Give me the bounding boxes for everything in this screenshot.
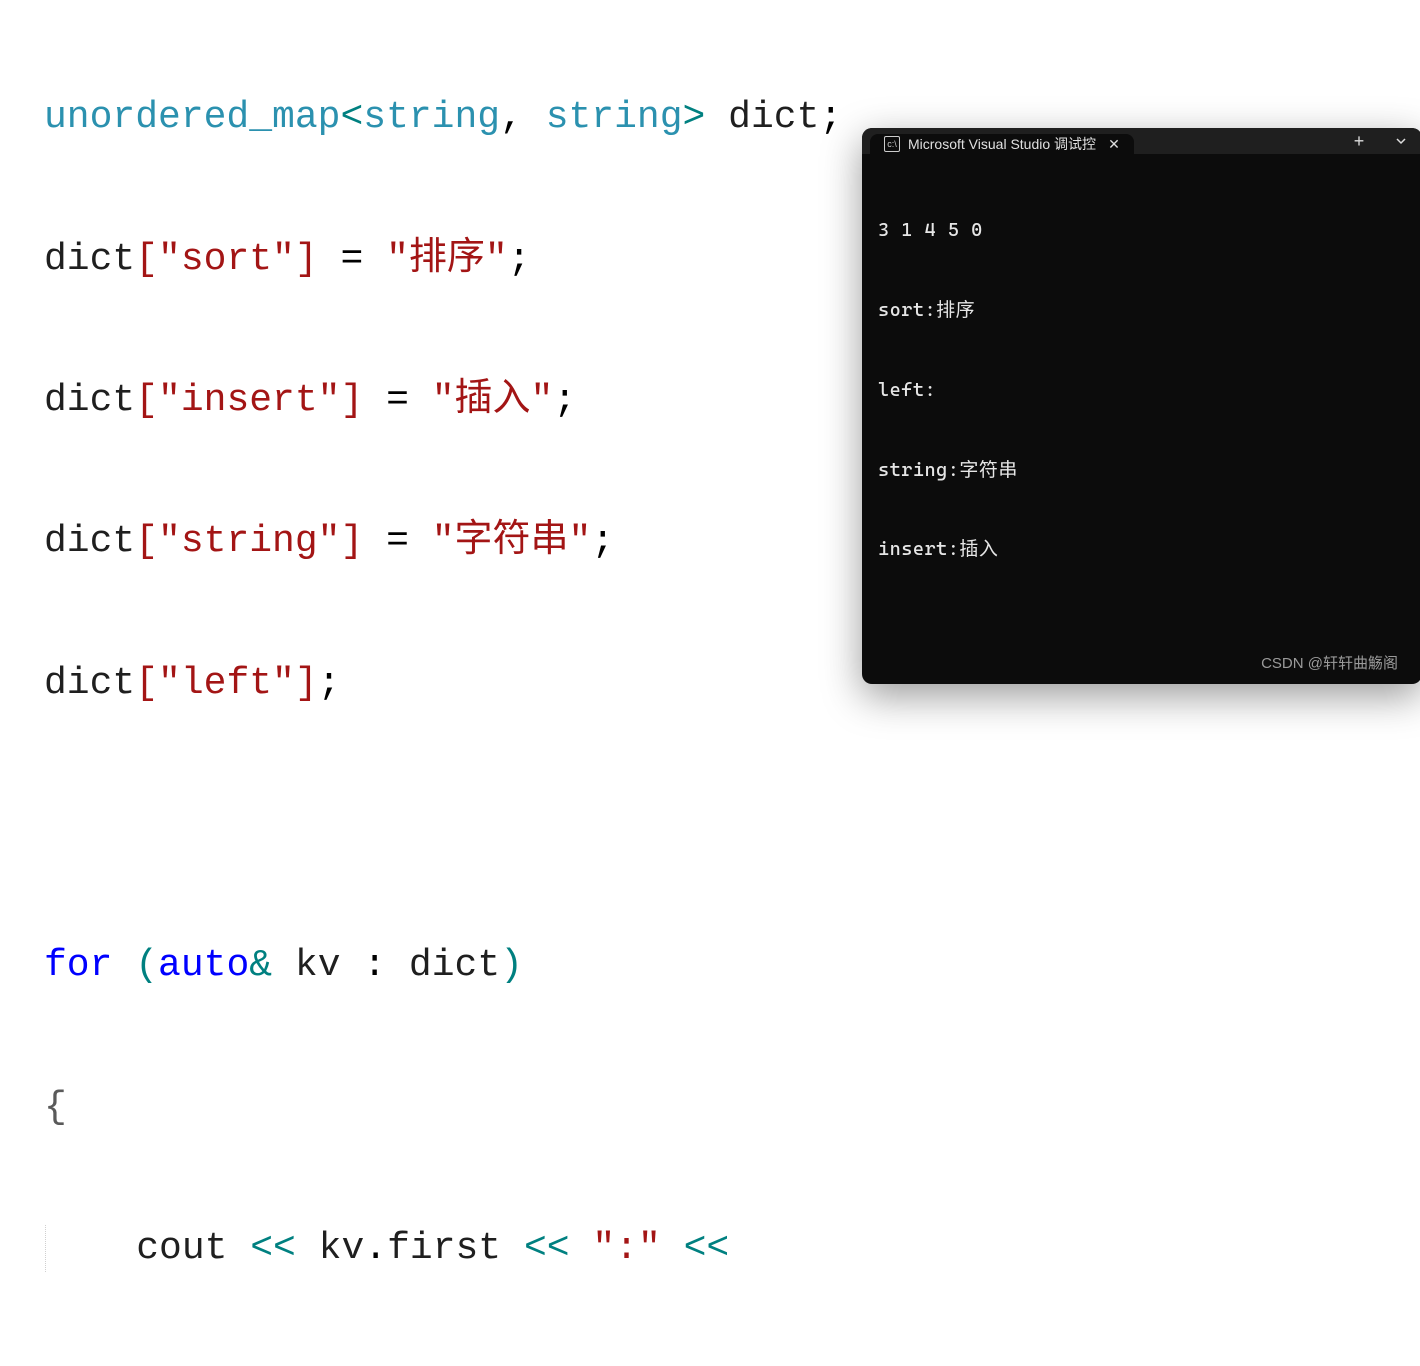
code-line[interactable]: for (auto& kv : dict) [44, 942, 1420, 989]
bracket-close-token: ] [340, 520, 363, 563]
semicolon-token: ; [508, 238, 531, 281]
angle-open-token: < [340, 96, 363, 139]
string-token: "字符串" [432, 520, 592, 563]
angle-close-token: > [683, 96, 706, 139]
code-line[interactable]: { [44, 1084, 1420, 1131]
colon-token: : [341, 944, 409, 987]
close-tab-button[interactable]: ✕ [1104, 134, 1124, 154]
type-token: string [546, 96, 683, 139]
terminal-titlebar[interactable]: c:\ Microsoft Visual Studio 调试控 ✕ + [862, 128, 1420, 154]
type-token: unordered_map [44, 96, 340, 139]
keyword-token: for [44, 944, 112, 987]
identifier-token: kv [295, 944, 341, 987]
terminal-line: 3 1 4 5 0 [878, 217, 1406, 244]
stream-op-token: << [524, 1227, 570, 1270]
chevron-down-icon [1395, 135, 1407, 147]
stream-op-token: << [684, 1227, 730, 1270]
assign-token: = [363, 379, 431, 422]
string-token: "sort" [158, 238, 295, 281]
terminal-tab-title: Microsoft Visual Studio 调试控 [908, 134, 1096, 154]
paren-close-token: ) [500, 944, 523, 987]
amp-token: & [249, 944, 272, 987]
titlebar-spacer[interactable] [1134, 128, 1338, 154]
paren-open-token: ( [135, 944, 158, 987]
code-line[interactable] [44, 801, 1420, 848]
semicolon-token: ; [553, 379, 576, 422]
string-token: "string" [158, 520, 340, 563]
semicolon-token: ; [819, 96, 842, 139]
terminal-line: sort:排序 [878, 297, 1406, 324]
bracket-close-token: ] [340, 379, 363, 422]
terminal-line [878, 616, 1406, 643]
identifier-token: dict [44, 520, 135, 563]
terminal-line: insert:插入 [878, 536, 1406, 563]
assign-token: = [318, 238, 386, 281]
brace-open-token: { [44, 1086, 67, 1129]
semicolon-token: ; [318, 662, 341, 705]
terminal-icon: c:\ [884, 136, 900, 152]
terminal-output[interactable]: 3 1 4 5 0 sort:排序 left: string:字符串 inser… [862, 154, 1420, 684]
semicolon-token: ; [591, 520, 614, 563]
type-token: string [363, 96, 500, 139]
bracket-close-token: ] [295, 662, 318, 705]
bracket-open-token: [ [135, 238, 158, 281]
identifier-token: dict [728, 96, 819, 139]
stream-op-token: << [250, 1227, 296, 1270]
bracket-open-token: [ [135, 520, 158, 563]
identifier-token: first [387, 1227, 501, 1270]
identifier-token: kv [319, 1227, 365, 1270]
code-line[interactable]: cout << kv.first << ":" << [44, 1225, 1420, 1272]
bracket-close-token: ] [295, 238, 318, 281]
terminal-line: left: [878, 377, 1406, 404]
bracket-open-token: [ [135, 662, 158, 705]
terminal-line: string:字符串 [878, 457, 1406, 484]
string-token: ":" [592, 1227, 660, 1270]
debug-console-window[interactable]: c:\ Microsoft Visual Studio 调试控 ✕ + 3 1 … [862, 128, 1420, 684]
tab-dropdown-button[interactable] [1380, 128, 1420, 154]
terminal-tab[interactable]: c:\ Microsoft Visual Studio 调试控 ✕ [870, 134, 1134, 154]
dot-token: . [364, 1227, 387, 1270]
identifier-token: cout [136, 1227, 227, 1270]
identifier-token: dict [44, 379, 135, 422]
string-token: "插入" [432, 379, 554, 422]
string-token: "insert" [158, 379, 340, 422]
string-token: "left" [158, 662, 295, 705]
string-token: "排序" [386, 238, 508, 281]
bracket-open-token: [ [135, 379, 158, 422]
watermark-text: CSDN @轩轩曲觞阁 [1261, 652, 1398, 673]
assign-token: = [363, 520, 431, 563]
identifier-token: dict [44, 238, 135, 281]
new-tab-button[interactable]: + [1338, 128, 1380, 154]
comma-token: , [500, 96, 546, 139]
keyword-token: auto [158, 944, 249, 987]
identifier-token: dict [409, 944, 500, 987]
identifier-token: dict [44, 662, 135, 705]
